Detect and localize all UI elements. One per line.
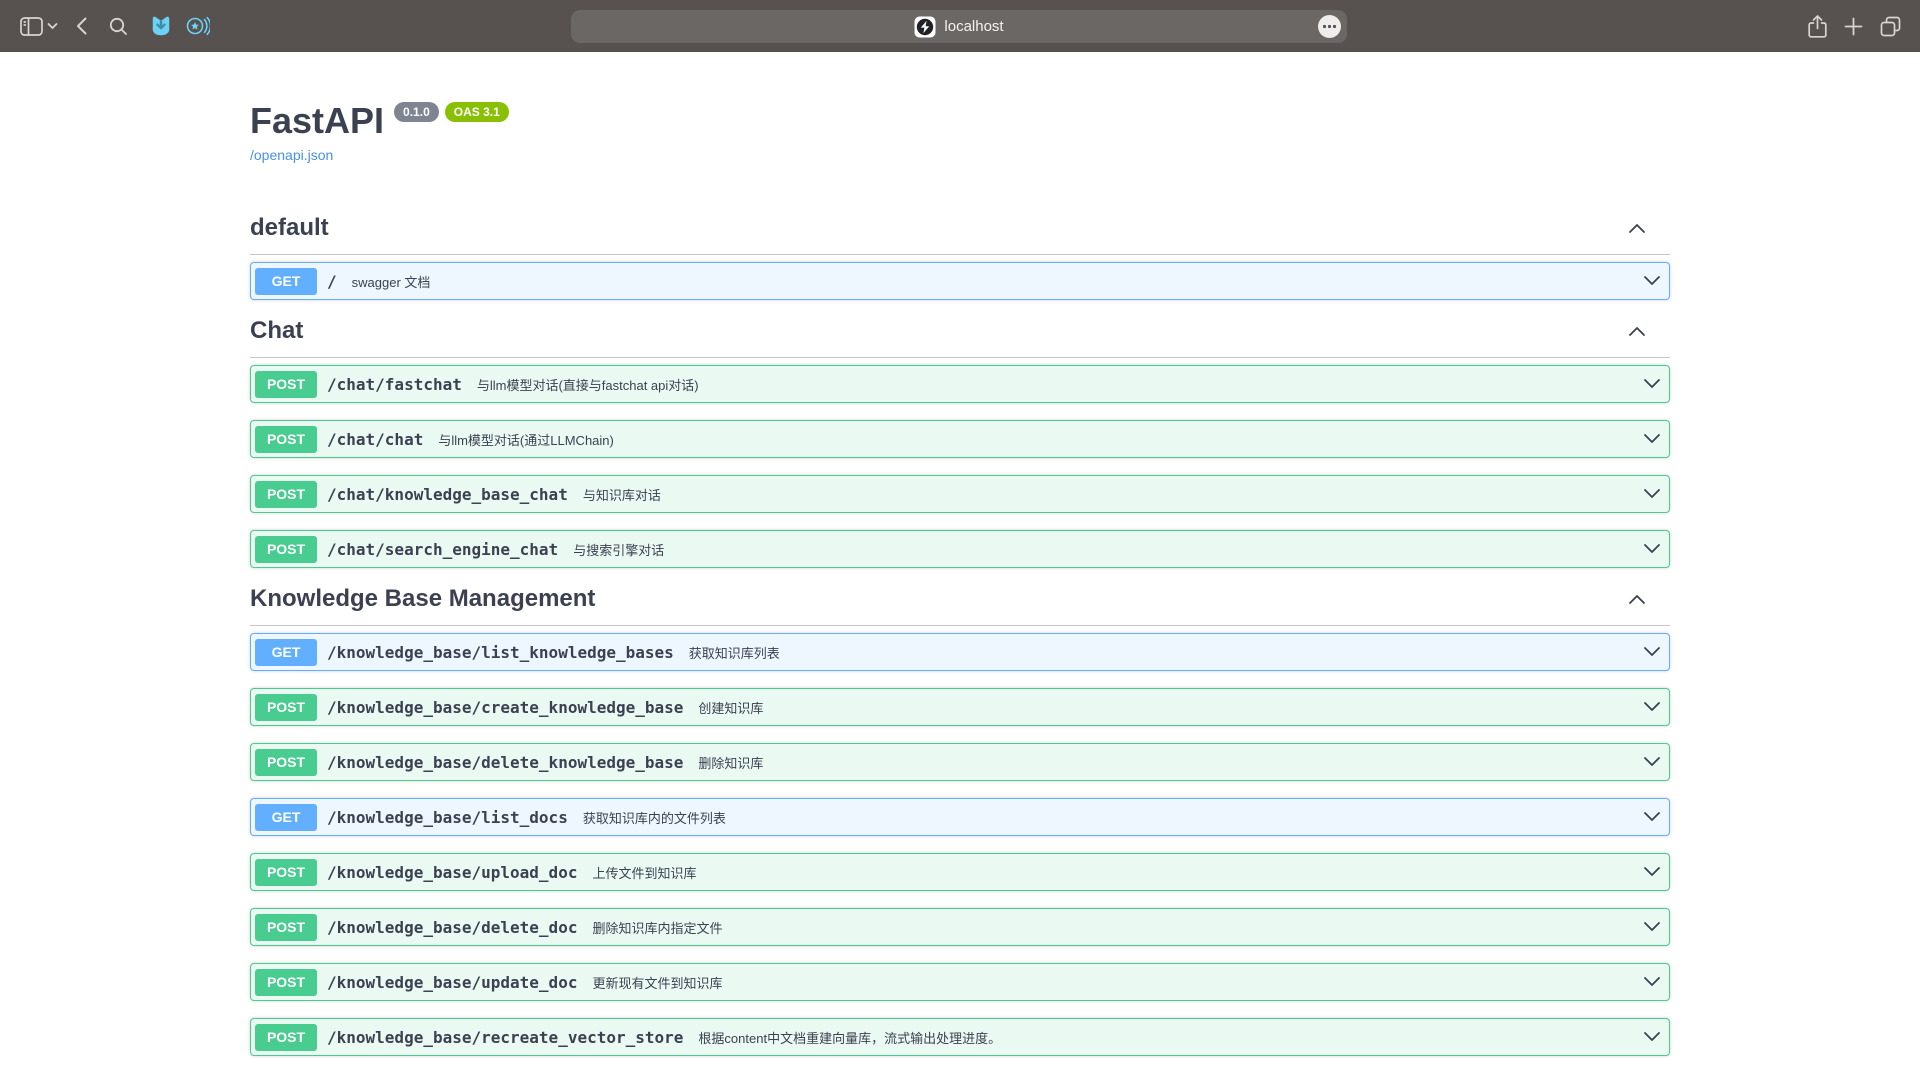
swagger-ui-page: FastAPI 0.1.0 OAS 3.1 /openapi.json defa… [250, 100, 1670, 1056]
page-title: FastAPI [250, 100, 384, 142]
section-default-header[interactable]: default [250, 214, 1670, 255]
chevron-down-icon[interactable] [1643, 433, 1661, 445]
address-bar[interactable]: localhost [571, 10, 1347, 43]
endpoint-path: /knowledge_base/delete_doc [327, 918, 577, 937]
method-badge: POST [255, 426, 317, 453]
tab-overview-icon[interactable] [1879, 15, 1902, 38]
method-badge: POST [255, 749, 317, 776]
endpoint-row[interactable]: POST /knowledge_base/delete_knowledge_ba… [250, 743, 1670, 781]
browser-toolbar: localhost [0, 0, 1920, 52]
endpoint-row[interactable]: POST /knowledge_base/delete_doc 删除知识库内指定… [250, 908, 1670, 946]
endpoint-description: 获取知识库内的文件列表 [583, 808, 726, 827]
endpoint-row[interactable]: GET /knowledge_base/list_docs 获取知识库内的文件列… [250, 798, 1670, 836]
endpoint-row[interactable]: POST /knowledge_base/update_doc 更新现有文件到知… [250, 963, 1670, 1001]
chevron-down-icon[interactable] [1643, 646, 1661, 658]
endpoint-path: /chat/fastchat [327, 375, 462, 394]
section-chat: Chat POST /chat/fastchat 与llm模型对话(直接与fas… [250, 317, 1670, 568]
endpoint-row[interactable]: POST /chat/search_engine_chat 与搜索引擎对话 [250, 530, 1670, 568]
openapi-spec-link[interactable]: /openapi.json [250, 147, 333, 163]
endpoint-description: 与llm模型对话(直接与fastchat api对话) [477, 375, 699, 394]
endpoint-description: 创建知识库 [698, 698, 763, 717]
site-favicon [914, 16, 936, 38]
section-kbm-header[interactable]: Knowledge Base Management [250, 585, 1670, 626]
chevron-down-icon[interactable] [1643, 1031, 1661, 1043]
chevron-up-icon[interactable] [1628, 325, 1646, 337]
chevron-down-icon[interactable] [1643, 701, 1661, 713]
method-badge: GET [255, 268, 317, 295]
endpoint-description: 根据content中文档重建向量库，流式输出处理进度。 [698, 1028, 1001, 1047]
method-badge: POST [255, 481, 317, 508]
method-badge: POST [255, 536, 317, 563]
endpoint-path: /knowledge_base/list_docs [327, 808, 568, 827]
endpoint-path: /knowledge_base/upload_doc [327, 863, 577, 882]
endpoint-description: 与llm模型对话(通过LLMChain) [438, 430, 614, 449]
share-icon[interactable] [1807, 14, 1828, 39]
extension-circles-icon[interactable] [186, 15, 210, 37]
endpoint-row[interactable]: POST /chat/fastchat 与llm模型对话(直接与fastchat… [250, 365, 1670, 403]
endpoint-row[interactable]: POST /knowledge_base/upload_doc 上传文件到知识库 [250, 853, 1670, 891]
section-chat-header[interactable]: Chat [250, 317, 1670, 358]
method-badge: POST [255, 914, 317, 941]
endpoint-description: 获取知识库列表 [689, 643, 780, 662]
method-badge: POST [255, 1024, 317, 1051]
section-knowledge-base-management: Knowledge Base Management GET /knowledge… [250, 585, 1670, 1056]
chevron-down-icon[interactable] [1643, 543, 1661, 555]
method-badge: POST [255, 694, 317, 721]
method-badge: GET [255, 804, 317, 831]
endpoint-description: swagger 文档 [352, 272, 431, 291]
new-tab-icon[interactable] [1844, 17, 1863, 36]
section-title: Chat [250, 317, 303, 345]
section-title: default [250, 214, 329, 242]
extension-shield-icon[interactable] [150, 15, 172, 37]
back-icon[interactable] [76, 17, 87, 35]
endpoint-row[interactable]: POST /chat/chat 与llm模型对话(通过LLMChain) [250, 420, 1670, 458]
endpoint-description: 删除知识库 [698, 753, 763, 772]
endpoint-path: /chat/search_engine_chat [327, 540, 558, 559]
endpoint-path: /knowledge_base/delete_knowledge_base [327, 753, 683, 772]
sidebar-chevron-down-icon[interactable] [47, 22, 58, 30]
endpoint-row[interactable]: GET /knowledge_base/list_knowledge_bases… [250, 633, 1670, 671]
chevron-down-icon[interactable] [1643, 976, 1661, 988]
endpoint-path: /knowledge_base/recreate_vector_store [327, 1028, 683, 1047]
chevron-down-icon[interactable] [1643, 488, 1661, 500]
endpoint-row[interactable]: POST /knowledge_base/recreate_vector_sto… [250, 1018, 1670, 1056]
endpoint-description: 上传文件到知识库 [592, 863, 696, 882]
version-badge: 0.1.0 [394, 102, 439, 122]
method-badge: GET [255, 639, 317, 666]
endpoint-path: / [327, 272, 337, 291]
endpoint-path: /knowledge_base/update_doc [327, 973, 577, 992]
section-title: Knowledge Base Management [250, 585, 595, 613]
method-badge: POST [255, 859, 317, 886]
chevron-down-icon[interactable] [1643, 275, 1661, 287]
chevron-up-icon[interactable] [1628, 593, 1646, 605]
chevron-down-icon[interactable] [1643, 756, 1661, 768]
endpoint-path: /chat/chat [327, 430, 423, 449]
search-icon[interactable] [109, 17, 128, 36]
endpoint-description: 删除知识库内指定文件 [592, 918, 722, 937]
chevron-down-icon[interactable] [1643, 866, 1661, 878]
chevron-down-icon[interactable] [1643, 378, 1661, 390]
endpoint-description: 与搜索引擎对话 [573, 540, 664, 559]
chevron-up-icon[interactable] [1628, 222, 1646, 234]
endpoint-description: 更新现有文件到知识库 [592, 973, 722, 992]
endpoint-path: /chat/knowledge_base_chat [327, 485, 568, 504]
method-badge: POST [255, 371, 317, 398]
endpoint-path: /knowledge_base/list_knowledge_bases [327, 643, 674, 662]
section-default: default GET / swagger 文档 [250, 214, 1670, 300]
page-options-ellipsis-icon[interactable] [1318, 15, 1341, 38]
api-info-block: FastAPI 0.1.0 OAS 3.1 /openapi.json [250, 100, 1670, 165]
sidebar-toggle-icon[interactable] [20, 17, 43, 36]
chevron-down-icon[interactable] [1643, 811, 1661, 823]
endpoint-row[interactable]: POST /chat/knowledge_base_chat 与知识库对话 [250, 475, 1670, 513]
method-badge: POST [255, 969, 317, 996]
url-host-text: localhost [944, 18, 1003, 35]
endpoint-row[interactable]: GET / swagger 文档 [250, 262, 1670, 300]
endpoint-path: /knowledge_base/create_knowledge_base [327, 698, 683, 717]
chevron-down-icon[interactable] [1643, 921, 1661, 933]
endpoint-row[interactable]: POST /knowledge_base/create_knowledge_ba… [250, 688, 1670, 726]
oas-badge: OAS 3.1 [445, 102, 509, 122]
endpoint-description: 与知识库对话 [583, 485, 661, 504]
